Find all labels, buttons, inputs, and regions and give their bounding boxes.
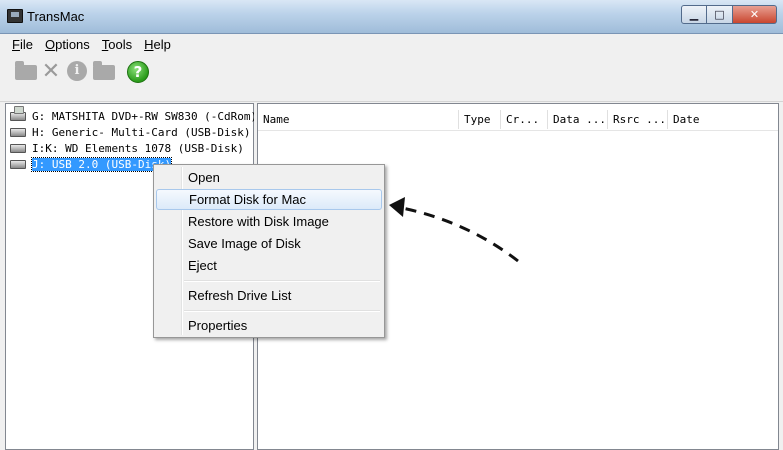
menu-item-restore-image[interactable]: Restore with Disk Image xyxy=(156,211,382,232)
maximize-button[interactable]: □ xyxy=(707,5,733,24)
drive-list: G: MATSHITA DVD+-RW SW830 (-CdRom) H: Ge… xyxy=(6,105,258,172)
column-header-date[interactable]: Date xyxy=(668,110,776,129)
drive-label: I:K: WD Elements 1078 (USB-Disk) xyxy=(32,141,244,155)
menu-tools[interactable]: Tools xyxy=(96,37,138,52)
drive-label: G: MATSHITA DVD+-RW SW830 (-CdRom) xyxy=(32,109,258,123)
drive-item-g[interactable]: G: MATSHITA DVD+-RW SW830 (-CdRom) xyxy=(6,105,258,124)
drive-icon xyxy=(10,159,26,169)
drive-label: H: Generic- Multi-Card (USB-Disk) xyxy=(32,125,251,139)
menu-item-open[interactable]: Open xyxy=(156,167,382,188)
title-bar: TransMac ▁ □ ✕ xyxy=(0,0,783,34)
menu-item-eject[interactable]: Eject xyxy=(156,255,382,276)
menu-item-properties[interactable]: Properties xyxy=(156,315,382,336)
window-title: TransMac xyxy=(27,9,85,24)
delete-icon[interactable]: ✕ xyxy=(40,61,62,83)
column-headers: Name Type Cr... Data ... Rsrc ... Date xyxy=(258,110,778,130)
info-icon[interactable]: i xyxy=(67,61,87,81)
menu-help[interactable]: Help xyxy=(138,37,177,52)
column-header-name[interactable]: Name xyxy=(258,110,459,129)
close-button[interactable]: ✕ xyxy=(733,5,777,24)
column-header-rsrc[interactable]: Rsrc ... xyxy=(608,110,668,129)
drive-icon xyxy=(10,143,26,153)
drive-item-i[interactable]: I:K: WD Elements 1078 (USB-Disk) xyxy=(6,140,257,156)
column-header-creator[interactable]: Cr... xyxy=(501,110,548,129)
menu-item-format-disk[interactable]: Format Disk for Mac xyxy=(156,189,382,210)
window-controls: ▁ □ ✕ xyxy=(681,5,777,24)
open-folder-icon[interactable] xyxy=(15,61,37,80)
drive-icon xyxy=(10,127,26,137)
minimize-button[interactable]: ▁ xyxy=(681,5,707,24)
menu-separator xyxy=(184,280,380,282)
annotation-arrow-icon xyxy=(389,197,519,263)
menu-item-refresh[interactable]: Refresh Drive List xyxy=(156,285,382,306)
cdrom-drive-icon xyxy=(10,105,26,121)
menu-bar: File Options Tools Help xyxy=(0,34,783,55)
context-menu: Open Format Disk for Mac Restore with Di… xyxy=(153,164,385,338)
toolbar: ✕ i ? xyxy=(0,55,783,102)
folder-icon[interactable] xyxy=(93,61,115,80)
column-header-type[interactable]: Type xyxy=(459,110,501,129)
column-header-data[interactable]: Data ... xyxy=(548,110,608,129)
menu-file[interactable]: File xyxy=(6,37,39,52)
drive-item-h[interactable]: H: Generic- Multi-Card (USB-Disk) xyxy=(6,124,257,140)
menu-separator xyxy=(184,310,380,312)
drive-label-selected: J: USB 2.0 (USB-Disk) xyxy=(30,156,173,172)
menu-options[interactable]: Options xyxy=(39,37,96,52)
app-icon xyxy=(7,9,23,23)
menu-item-save-image[interactable]: Save Image of Disk xyxy=(156,233,382,254)
header-divider xyxy=(258,130,778,131)
help-icon[interactable]: ? xyxy=(127,61,149,83)
